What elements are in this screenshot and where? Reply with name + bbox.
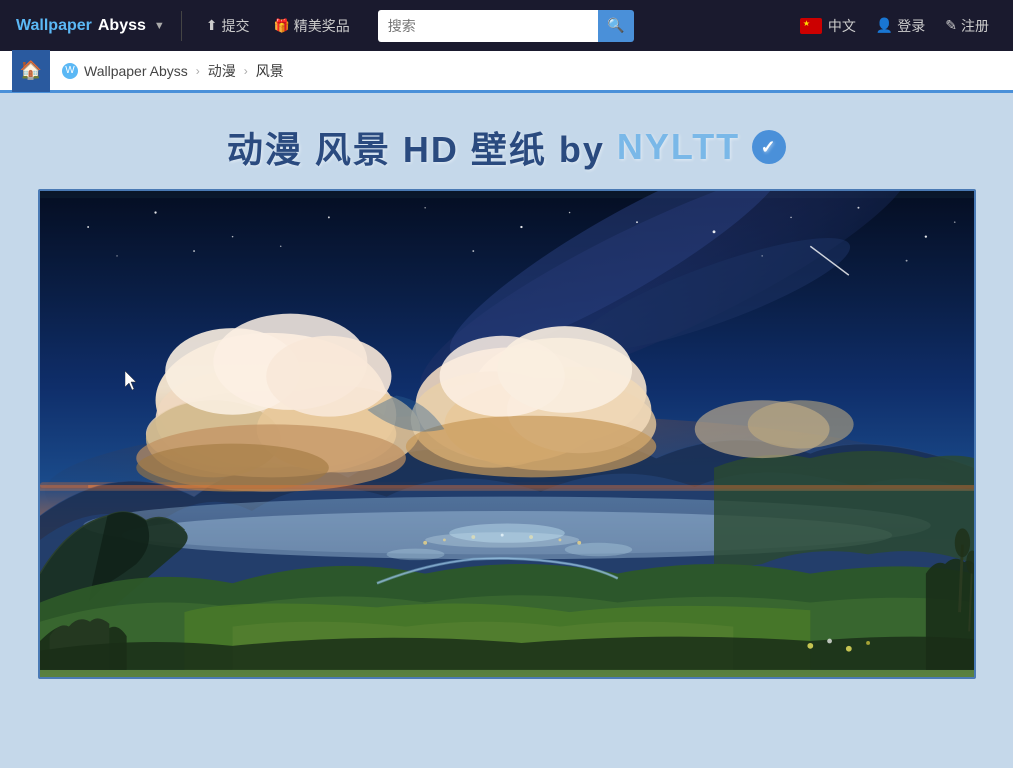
brand-abyss: Abyss: [98, 17, 146, 35]
register-link[interactable]: ✎ 注册: [937, 16, 997, 36]
wallpaper-container: [22, 189, 992, 699]
gift-icon: 🎁: [274, 18, 290, 34]
breadcrumb: W Wallpaper Abyss › 动漫 › 风景: [50, 61, 296, 81]
page-header: 动漫 风景 HD 壁纸 by NYLTT ✓: [0, 93, 1013, 189]
flag-china-icon: [800, 18, 822, 34]
search-button[interactable]: 🔍: [598, 10, 634, 42]
language-label: 中文: [828, 16, 856, 36]
breadcrumb-site: W Wallpaper Abyss: [62, 63, 188, 79]
nav-featured-label: 精美奖品: [294, 16, 350, 36]
search-container: 🔍: [378, 10, 634, 42]
breadcrumb-cat1: 动漫: [208, 61, 236, 81]
title-author[interactable]: NYLTT: [617, 126, 740, 168]
language-selector[interactable]: 中文: [792, 16, 864, 36]
nav-divider-1: [181, 11, 182, 41]
brand-dropdown-arrow[interactable]: ▼: [154, 20, 165, 32]
breadcrumb-cat2: 风景: [256, 61, 284, 81]
register-label: 注册: [961, 16, 989, 36]
home-icon: 🏠: [20, 60, 42, 81]
navbar-right: 中文 👤 登录 ✎ 注册: [792, 16, 997, 36]
search-icon: 🔍: [607, 17, 624, 34]
breadcrumb-sep-1: ›: [196, 64, 200, 78]
brand-wallpaper: Wallpaper: [16, 17, 92, 35]
user-icon: 👤: [876, 17, 893, 34]
breadcrumb-cat1-link[interactable]: 动漫: [208, 61, 236, 81]
login-label: 登录: [897, 16, 925, 36]
upload-icon: ⬆: [206, 17, 218, 34]
wallpaper-image[interactable]: [38, 189, 976, 679]
edit-icon: ✎: [945, 17, 957, 34]
login-link[interactable]: 👤 登录: [868, 16, 933, 36]
breadcrumb-cat2-label: 风景: [256, 61, 284, 81]
main-content: 动漫 风景 HD 壁纸 by NYLTT ✓: [0, 93, 1013, 768]
brand-logo[interactable]: Wallpaper Abyss ▼: [16, 17, 165, 35]
nav-submit[interactable]: ⬆ 提交: [198, 16, 258, 36]
verified-badge-icon: ✓: [752, 130, 786, 164]
page-title: 动漫 风景 HD 壁纸 by NYLTT ✓: [227, 121, 786, 173]
home-button[interactable]: 🏠: [12, 50, 50, 92]
nav-featured[interactable]: 🎁 精美奖品: [266, 16, 358, 36]
nav-submit-label: 提交: [222, 16, 250, 36]
breadcrumb-site-link[interactable]: W Wallpaper Abyss: [62, 63, 188, 79]
top-navbar: Wallpaper Abyss ▼ ⬆ 提交 🎁 精美奖品 🔍 中文 👤 登录 …: [0, 0, 1013, 51]
title-text: 动漫 风景 HD 壁纸 by: [227, 121, 605, 173]
breadcrumb-bar: 🏠 W Wallpaper Abyss › 动漫 › 风景: [0, 51, 1013, 93]
breadcrumb-sep-2: ›: [244, 64, 248, 78]
breadcrumb-cat1-label: 动漫: [208, 61, 236, 81]
site-icon: W: [62, 63, 78, 79]
breadcrumb-site-label: Wallpaper Abyss: [84, 63, 188, 79]
wallpaper-scene-svg: [40, 191, 974, 677]
search-input[interactable]: [378, 10, 598, 42]
